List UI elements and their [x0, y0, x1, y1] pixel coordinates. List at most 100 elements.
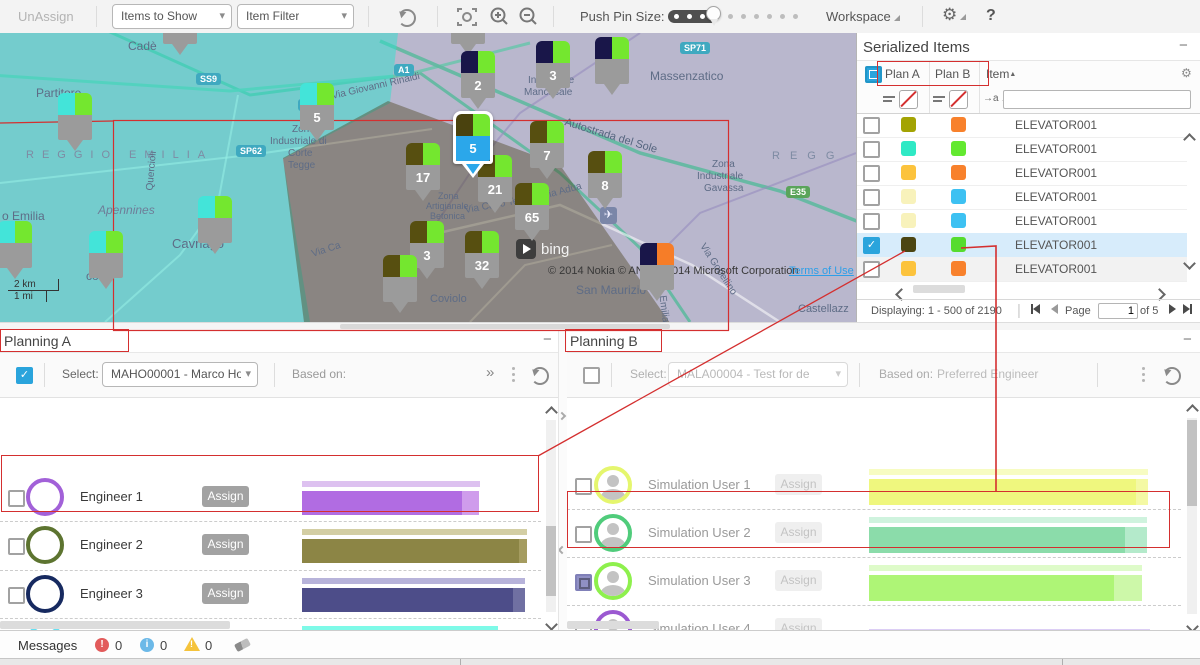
assign-button[interactable]: Assign	[202, 583, 249, 604]
row-checkbox[interactable]	[863, 117, 880, 134]
row-checkbox[interactable]	[863, 165, 880, 182]
terms-of-use-link[interactable]: Terms of Use	[789, 265, 854, 277]
collapse-right-icon[interactable]	[559, 406, 565, 424]
map-pushpin[interactable]: 3	[536, 41, 570, 102]
select-all-checkbox[interactable]	[583, 367, 600, 384]
vscroll-thumb[interactable]	[1187, 420, 1197, 506]
row-checkbox[interactable]	[575, 526, 592, 543]
vertical-splitter[interactable]	[558, 330, 567, 630]
column-item[interactable]: Item▲	[986, 67, 1016, 81]
map-pushpin[interactable]: 8	[588, 151, 622, 212]
serialized-item-row[interactable]: ELEVATOR001	[857, 257, 1187, 282]
map-pushpin[interactable]	[58, 93, 92, 154]
refresh-icon[interactable]	[398, 9, 416, 27]
serialized-item-row[interactable]: ELEVATOR001	[857, 137, 1187, 162]
map-pushpin[interactable]	[163, 33, 197, 58]
items-to-show-dropdown[interactable]: Items to Show ▾	[112, 4, 232, 29]
map-pushpin[interactable]: 5	[300, 83, 334, 144]
zoom-selection-icon[interactable]	[456, 7, 478, 27]
map-canvas[interactable]: CadèPartitoreREGGIO EMILIAApenninesQuerc…	[0, 33, 856, 322]
row-checkbox[interactable]: ✓	[863, 237, 880, 254]
engineer-row[interactable]: Engineer 3Assign	[0, 570, 558, 618]
map-pushpin[interactable]	[0, 221, 32, 282]
row-checkbox[interactable]	[8, 587, 25, 604]
no-edit-filter-icon[interactable]	[949, 90, 968, 109]
next-page-button[interactable]	[1169, 304, 1176, 317]
map-pushpin[interactable]	[640, 243, 674, 304]
clear-messages-icon[interactable]	[234, 638, 251, 652]
grid-hscrollbar[interactable]	[857, 281, 1200, 299]
row-checkbox[interactable]	[575, 478, 592, 495]
engineer-row[interactable]: Engineer 2Assign	[0, 521, 558, 569]
last-page-button[interactable]	[1183, 304, 1192, 317]
collapse-left-icon[interactable]	[559, 540, 565, 558]
assign-button[interactable]: Assign	[202, 534, 249, 555]
first-page-button[interactable]	[1031, 304, 1040, 317]
map-pushpin[interactable]	[383, 255, 417, 316]
vscrollbar[interactable]	[1185, 396, 1199, 630]
simulation-user-row[interactable]: Simulation User 1Assign	[567, 461, 1200, 509]
vscroll-thumb[interactable]	[546, 526, 556, 596]
map-pushpin[interactable]	[198, 196, 232, 257]
row-checkbox[interactable]	[863, 141, 880, 158]
row-checkbox[interactable]	[863, 261, 880, 278]
column-plan-b[interactable]: Plan B	[935, 67, 970, 81]
row-checkbox[interactable]	[575, 574, 592, 591]
sort-options-icon[interactable]	[883, 94, 895, 104]
map-hscroll-thumb[interactable]	[340, 324, 670, 329]
slider-thumb[interactable]	[706, 6, 721, 21]
row-checkbox[interactable]	[8, 538, 25, 555]
row-checkbox[interactable]	[863, 213, 880, 230]
vscrollbar[interactable]	[544, 396, 558, 630]
serialized-item-row[interactable]: ✓ELEVATOR001	[857, 233, 1187, 258]
map-pushpin[interactable]: 17	[406, 143, 440, 204]
simulation-user-row[interactable]: Simulation User 3Assign	[567, 557, 1200, 605]
map-pushpin[interactable]: 7	[530, 121, 564, 182]
no-edit-filter-icon[interactable]	[899, 90, 918, 109]
sort-options-icon[interactable]	[933, 94, 945, 104]
help-icon[interactable]: ?	[986, 7, 996, 25]
serialized-item-row[interactable]: ELEVATOR001	[857, 185, 1187, 210]
map-pushpin[interactable]: 65	[515, 183, 549, 244]
grid-gear-icon[interactable]: ⚙	[1181, 66, 1192, 80]
engineer-row[interactable]: Engineer 1Assign	[0, 473, 558, 521]
workspace-menu[interactable]: Workspace	[826, 9, 900, 24]
scroll-down-icon[interactable]	[1185, 255, 1194, 273]
hscroll-thumb[interactable]	[567, 621, 659, 629]
gear-icon[interactable]: ⚙	[942, 5, 966, 25]
hscroll-thumb[interactable]	[913, 285, 965, 293]
select-all-checkbox[interactable]	[865, 66, 882, 83]
resource-select-dropdown[interactable]: MALA00004 - Test for de ▾	[668, 362, 848, 387]
item-filter-input[interactable]	[1003, 90, 1191, 109]
assign-button[interactable]: Assign	[775, 522, 822, 543]
map-pushpin[interactable]	[595, 37, 629, 98]
more-options-button[interactable]: »	[486, 364, 494, 381]
item-filter-dropdown[interactable]: Item Filter ▾	[237, 4, 354, 29]
unassign-button[interactable]: UnAssign	[18, 9, 74, 24]
row-checkbox[interactable]	[863, 189, 880, 206]
map-pushpin[interactable]: 2	[461, 51, 495, 112]
serialized-item-row[interactable]: ELEVATOR001	[857, 113, 1187, 138]
simulation-user-row[interactable]: Simulation User 2Assign	[567, 509, 1200, 557]
refresh-icon[interactable]	[531, 367, 549, 385]
minimize-button[interactable]: −	[1179, 37, 1188, 54]
zoom-out-icon[interactable]	[518, 6, 540, 28]
assign-button[interactable]: Assign	[775, 618, 822, 630]
simulation-user-row[interactable]: Simulation User 4Assign	[567, 605, 1200, 630]
serialized-item-row[interactable]: ELEVATOR001	[857, 209, 1187, 234]
minimize-button[interactable]: −	[543, 331, 552, 348]
row-checkbox[interactable]	[8, 490, 25, 507]
refresh-icon[interactable]	[1163, 367, 1181, 385]
zoom-in-icon[interactable]	[489, 6, 511, 28]
column-plan-a[interactable]: Plan A	[885, 67, 920, 81]
assign-button[interactable]: Assign	[775, 570, 822, 591]
serialized-item-row[interactable]: ELEVATOR001	[857, 161, 1187, 186]
assign-button[interactable]: Assign	[202, 486, 249, 507]
map-pushpin[interactable]: 32	[465, 231, 499, 292]
map-pushpin[interactable]	[89, 231, 123, 292]
select-all-checkbox[interactable]: ✓	[16, 367, 33, 384]
minimize-button[interactable]: −	[1183, 331, 1192, 348]
map-pushpin-selected[interactable]: 5	[453, 111, 493, 178]
prev-page-button[interactable]	[1051, 304, 1058, 317]
assign-button[interactable]: Assign	[775, 474, 822, 495]
